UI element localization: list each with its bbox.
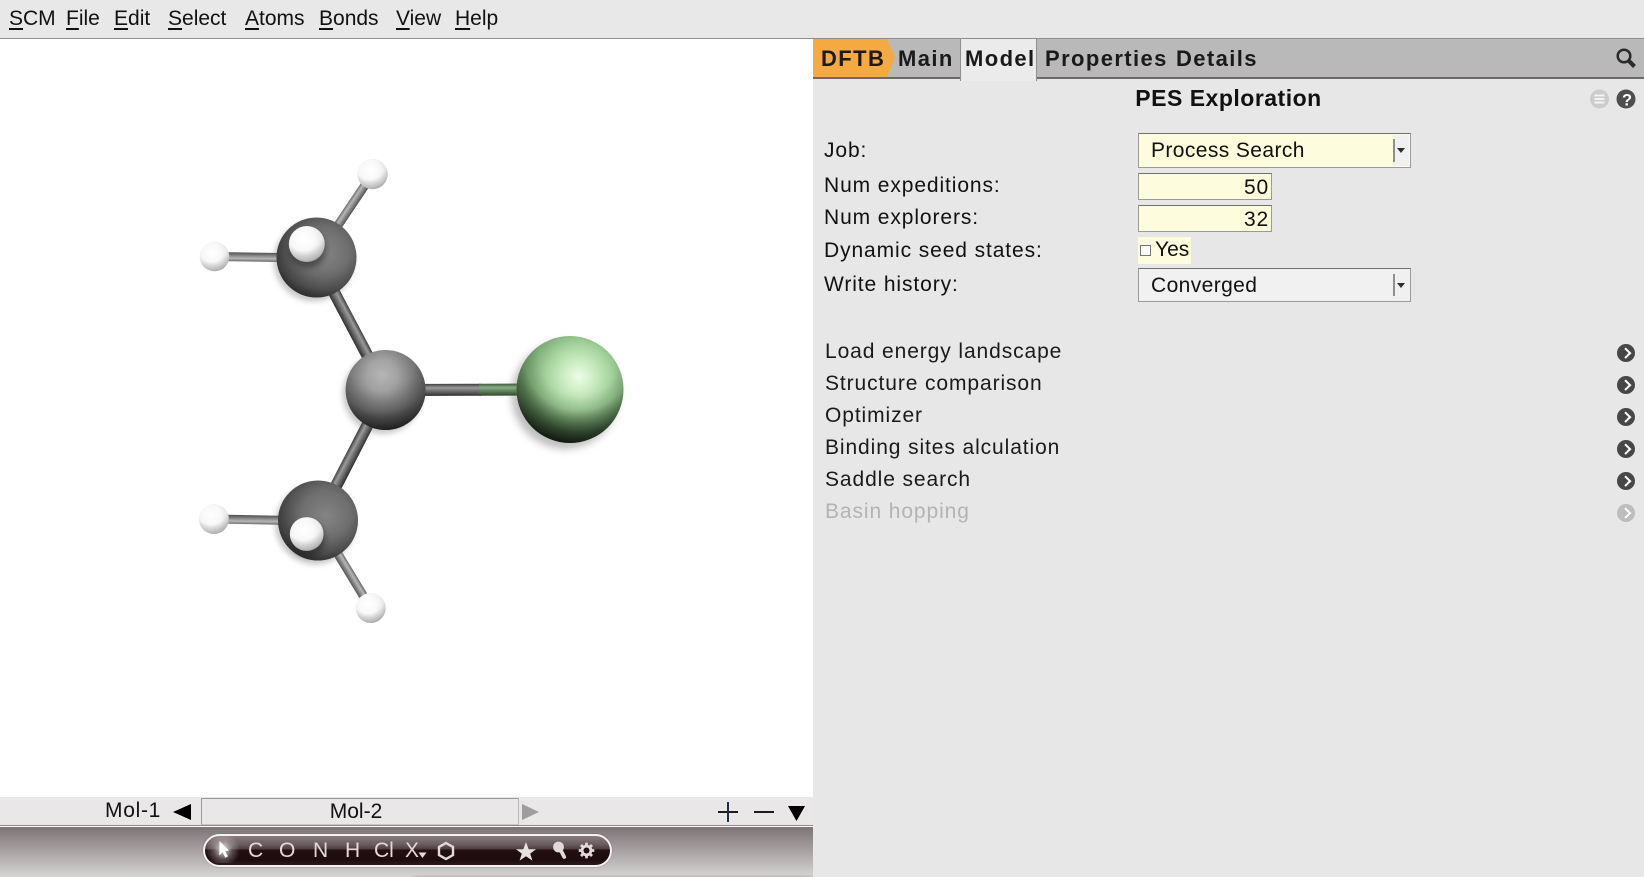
svg-text:N: N xyxy=(313,839,328,862)
svg-text:Cl: Cl xyxy=(374,839,394,862)
svg-text:?: ? xyxy=(1622,92,1632,110)
svg-text:O: O xyxy=(279,839,295,862)
svg-text:H: H xyxy=(345,839,360,862)
svg-text:X: X xyxy=(405,839,419,862)
svg-text:C: C xyxy=(248,839,263,862)
